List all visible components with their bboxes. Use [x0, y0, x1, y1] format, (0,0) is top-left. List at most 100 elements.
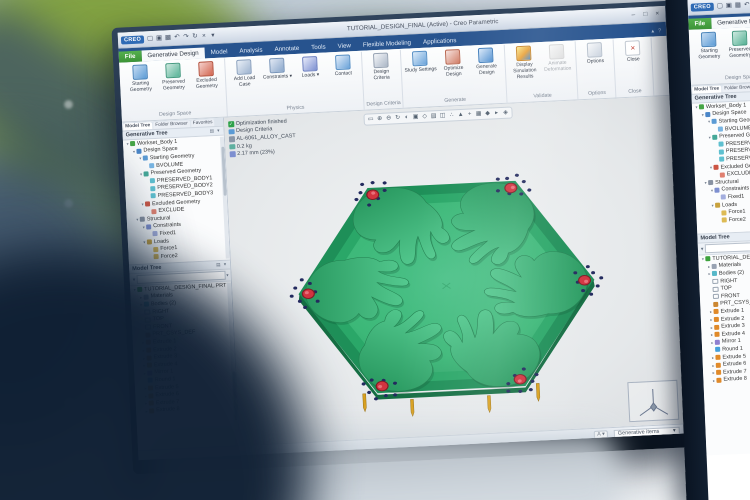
tab-analysis[interactable]: Analysis [233, 44, 269, 57]
shading-style-icon[interactable]: ◐ [403, 113, 411, 121]
open-icon[interactable]: ▣ [725, 0, 733, 12]
ribbon-button-starting-geometry[interactable]: Starting Geometry [123, 62, 157, 94]
tree-item-label: Extrude 4 [721, 330, 745, 337]
ribbon-button-study-settings[interactable]: Study Settings [403, 48, 437, 74]
view-manager-icon[interactable]: ◫ [438, 112, 446, 120]
collapse-ribbon-icon[interactable]: ▴ [651, 28, 654, 34]
tree-item-label: Force2 [729, 216, 746, 223]
tab-generative-design[interactable]: Generative Design [711, 15, 750, 29]
fixed-icon [721, 195, 726, 200]
graphics-viewport[interactable]: ✓Optimization finishedDesign CriteriaAL-… [224, 96, 685, 445]
new-file-icon[interactable]: ▢ [716, 0, 724, 12]
material-icon [229, 136, 235, 142]
tab-applications[interactable]: Applications [417, 35, 463, 48]
generate-icon[interactable]: ▸ [492, 109, 500, 117]
extrude-icon [714, 332, 719, 337]
ribbon-button-display-simulation-results[interactable]: Display Simulation Results [507, 43, 542, 81]
undo-icon[interactable]: ↶ [743, 0, 750, 11]
ribbon-button-close[interactable]: ×Close [616, 38, 650, 64]
close-window-icon[interactable]: × [200, 30, 209, 42]
body-volume-icon [149, 163, 154, 168]
3d-box-icon[interactable]: ▦ [474, 110, 482, 118]
generative-tree-title: Generative Tree [694, 94, 736, 102]
tab-annotate[interactable]: Annotate [268, 43, 305, 56]
tree-item-label: Excluded Geometry [720, 162, 750, 170]
simulation-display-icon[interactable]: ◆ [483, 110, 491, 118]
new-file-icon[interactable]: ▢ [146, 32, 155, 44]
redo-icon[interactable]: ↷ [182, 31, 191, 43]
minimize-button[interactable]: – [628, 9, 639, 21]
save-icon[interactable]: ▦ [734, 0, 742, 11]
datum-display-icon[interactable]: ∴ [447, 111, 455, 119]
tree-search-input[interactable] [705, 241, 750, 254]
display-simulation-results-icon [516, 46, 532, 62]
structural-icon [708, 180, 713, 185]
zoom-in-icon[interactable]: ⊕ [376, 115, 384, 123]
undo-icon[interactable]: ↶ [173, 31, 182, 43]
help-icon[interactable]: ? [658, 28, 661, 34]
generate-design-icon [478, 47, 494, 63]
ribbon-button-add-load-case[interactable]: Add Load Case [227, 57, 261, 89]
contact-icon [335, 54, 351, 70]
optimize-design-icon [445, 49, 461, 65]
tree-item-label: Extrude 1 [720, 308, 744, 315]
design-criteria-icon [373, 53, 389, 69]
ribbon-button-design-criteria[interactable]: Design Criteria [364, 50, 398, 82]
check-icon: ✓ [228, 121, 234, 127]
ribbon-button-animate-deformation[interactable]: Animate Deformation [540, 41, 574, 73]
panel-tab-folder-browser[interactable]: Folder Browser [722, 84, 750, 93]
tree-item-label: Structural [715, 179, 739, 186]
ribbon-group-close: ×CloseClose [614, 38, 655, 98]
open-icon[interactable]: ▣ [155, 32, 164, 44]
save-icon[interactable]: ▦ [164, 32, 173, 44]
ribbon-button-generate-design[interactable]: Generate Design [469, 45, 503, 77]
ribbon-button-preserved-geometry[interactable]: Preserved Geometry [724, 28, 750, 59]
tree-settings-icon[interactable]: ▤ ▾ [209, 128, 220, 135]
ribbon-group-validate: Display Simulation ResultsAnimate Deform… [505, 41, 579, 102]
regenerate-icon[interactable]: ↻ [191, 30, 200, 42]
tab-view[interactable]: View [331, 40, 357, 52]
bodies-icon [712, 271, 717, 276]
tree-item-label: Structural [147, 215, 171, 222]
hexagonal-generative-model[interactable] [282, 149, 611, 436]
selection-filter-dropdown[interactable]: Generative items▾ [614, 427, 680, 438]
saved-orientations-icon[interactable]: ▤ [430, 112, 438, 120]
ribbon-button-preserved-geometry[interactable]: Preserved Geometry [156, 60, 190, 92]
ribbon-button-optimize-design[interactable]: Optimize Design [436, 47, 470, 79]
panel-tab-model-tree[interactable]: Model Tree [692, 85, 721, 93]
tree-item-label: Mirror 1 [722, 338, 741, 345]
refit-icon[interactable]: ▭ [367, 115, 375, 123]
tab-file[interactable]: File [688, 18, 711, 30]
spin-center-icon[interactable]: + [465, 110, 473, 118]
filter-icon[interactable]: ▼ [700, 246, 705, 251]
ribbon-button-constraints[interactable]: Constraints ▾ [260, 55, 294, 81]
analysis-icon[interactable]: ◈ [501, 109, 509, 117]
ribbon-button-contact[interactable]: Contact [326, 52, 360, 78]
display-style-icon[interactable]: ▣ [412, 113, 420, 121]
quick-access-toolbar: ▢▣▦↶↷↻×▾ [146, 29, 218, 44]
maximize-button[interactable]: □ [640, 8, 651, 20]
ribbon: Starting Geometry Preserved Geometry Exc… [689, 26, 750, 86]
customize-icon[interactable]: ▾ [209, 29, 218, 41]
annotation-filter-icon[interactable]: ▲ [456, 111, 464, 119]
tree-item-label: Extrude 6 [723, 361, 747, 368]
tree-item-label: Starting Geometry [718, 117, 750, 125]
close-button[interactable]: × [652, 8, 663, 20]
tab-tools[interactable]: Tools [305, 41, 332, 53]
orientation-triad [627, 380, 679, 422]
chevron-down-icon[interactable]: ▾ [226, 272, 229, 278]
ribbon-button-loads[interactable]: Loads ▾ [293, 54, 327, 80]
tab-file[interactable]: File [119, 51, 142, 63]
ribbon-button-starting-geometry[interactable]: Starting Geometry [693, 29, 725, 60]
ribbon-button-options[interactable]: Options [578, 40, 612, 66]
zoom-out-icon[interactable]: ⊖ [385, 114, 393, 122]
tree-settings-icon[interactable]: ▤ ▾ [216, 262, 227, 269]
ribbon-button-excluded-geometry[interactable]: Excluded Geometry [189, 59, 223, 91]
repaint-icon[interactable]: ↻ [394, 114, 402, 122]
tree-item-label: EXCLUDE [158, 207, 184, 214]
perspective-icon[interactable]: ◇ [421, 113, 429, 121]
materials-icon [712, 264, 717, 269]
tab-model[interactable]: Model [204, 46, 233, 58]
extrude-icon [714, 317, 719, 322]
plane-icon [713, 286, 719, 291]
